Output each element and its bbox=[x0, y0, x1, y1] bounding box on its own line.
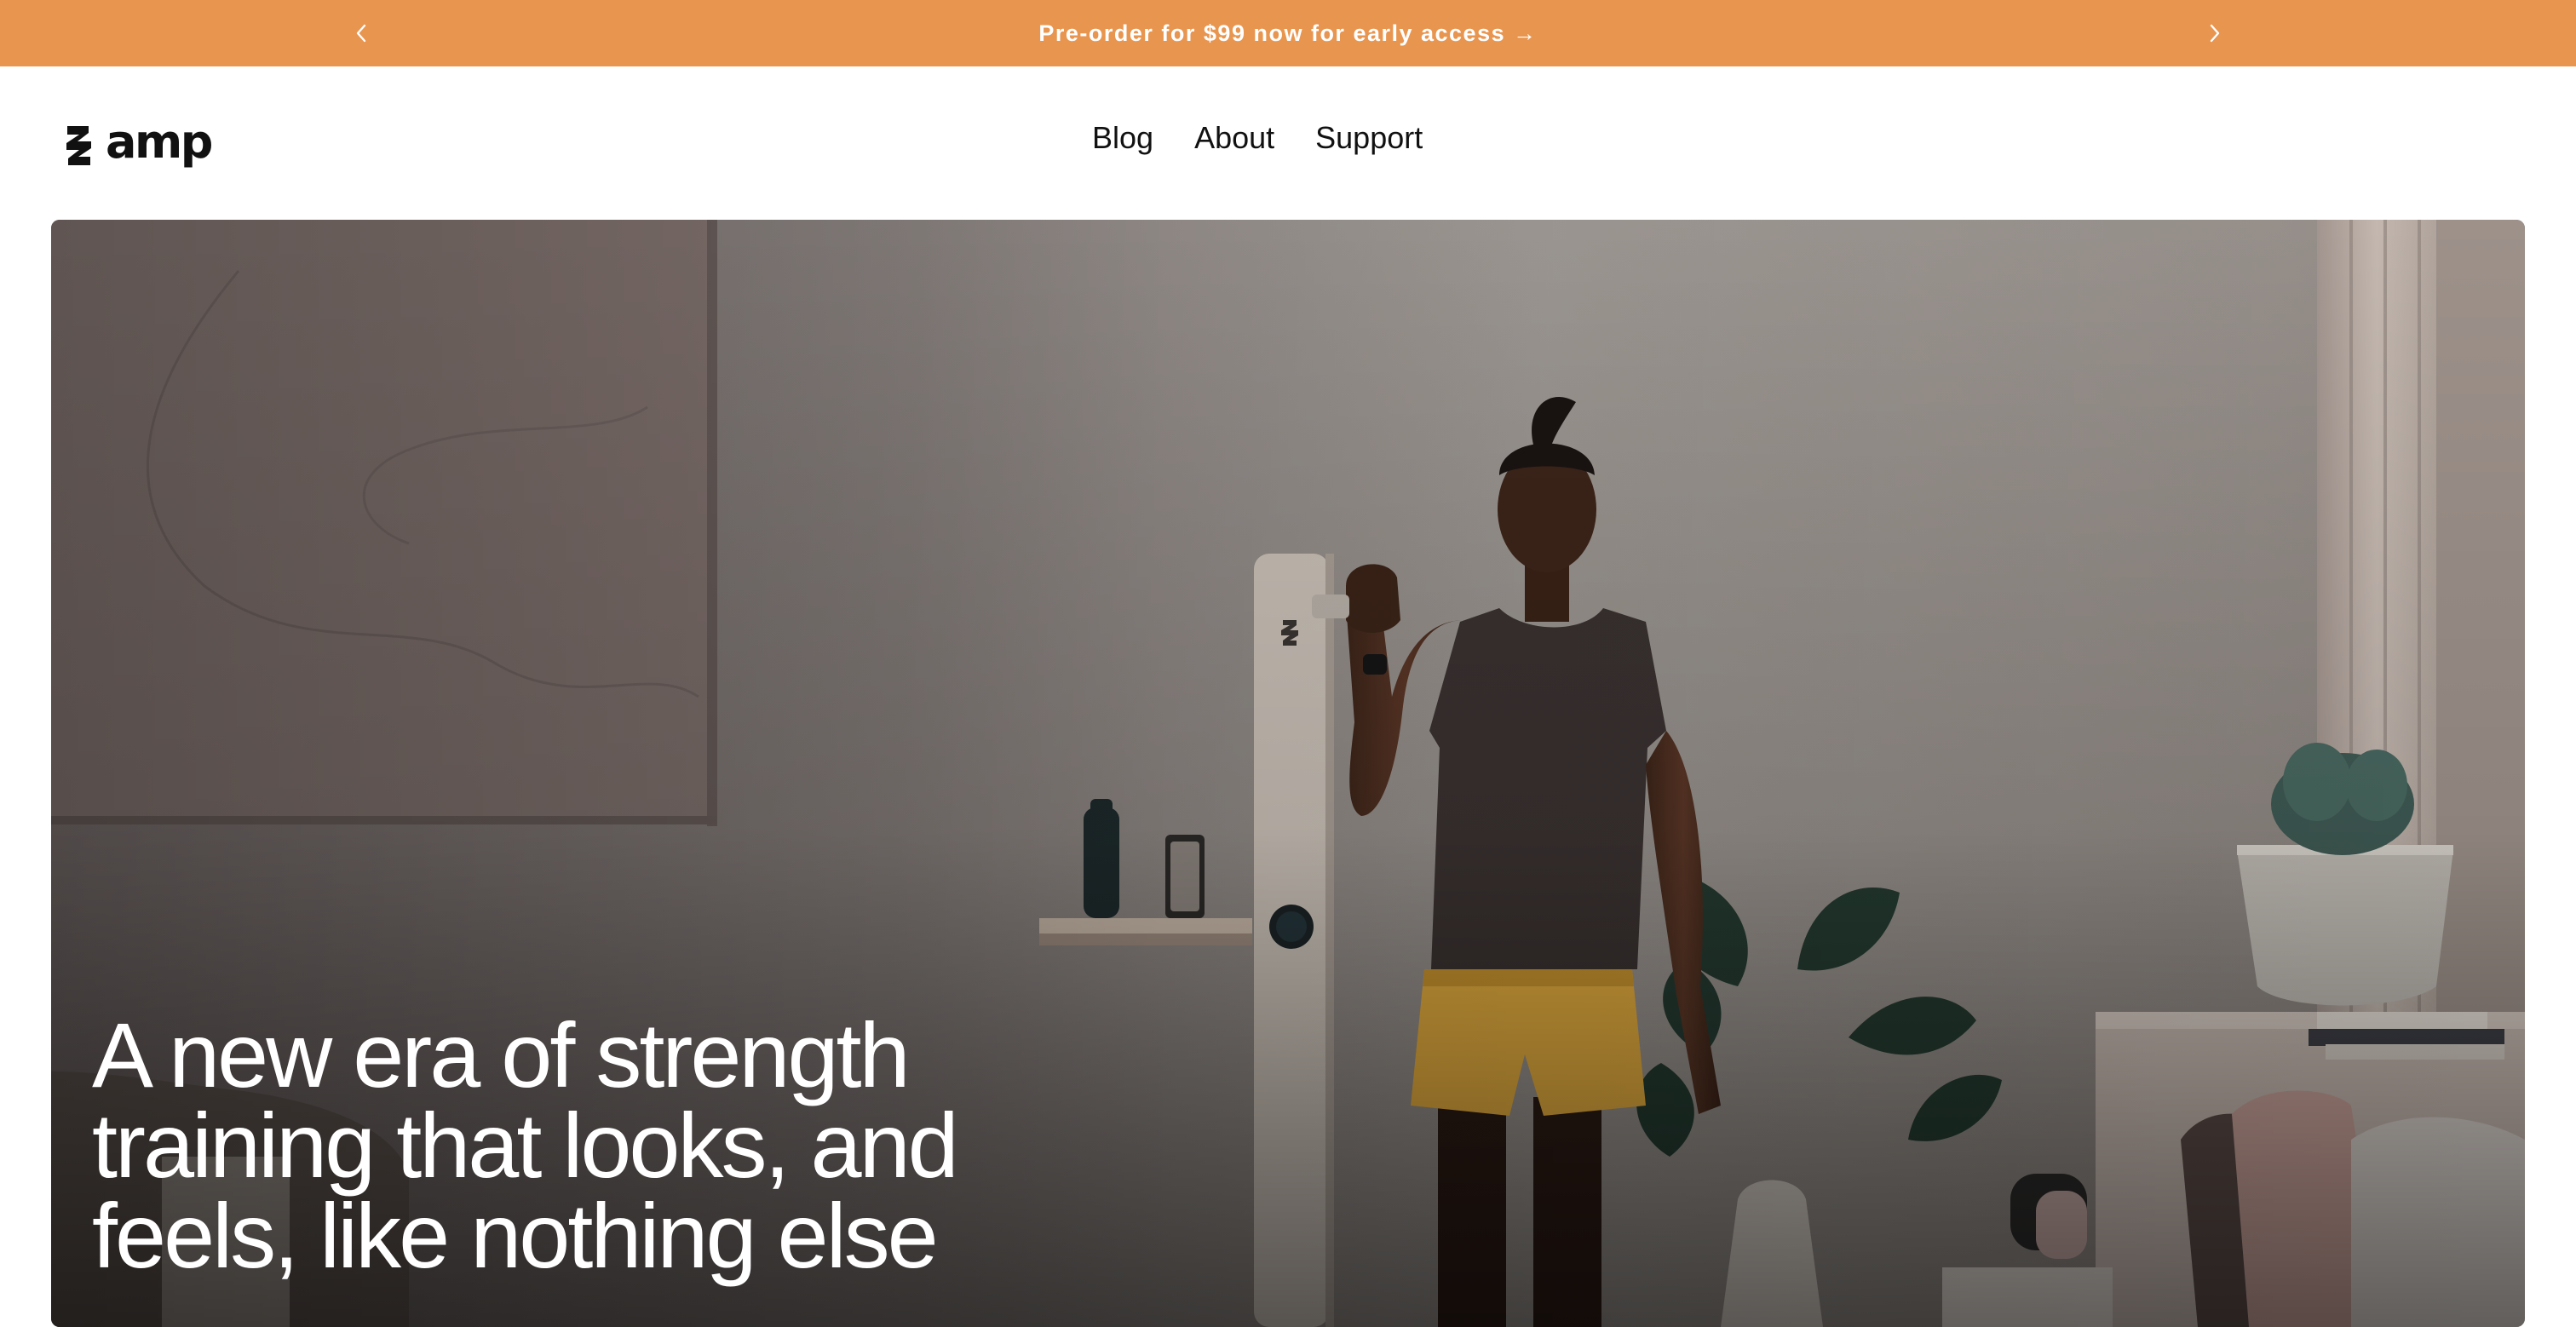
amp-logo-mark-icon bbox=[66, 126, 91, 165]
announcement-prev-button[interactable] bbox=[344, 16, 378, 50]
hero-section: A new era of strength training that look… bbox=[51, 220, 2525, 1327]
hero-headline-line: feels, like nothing else bbox=[92, 1184, 939, 1287]
nav-link-about[interactable]: About bbox=[1194, 119, 1274, 157]
amp-logo[interactable]: amp bbox=[65, 115, 213, 172]
chevron-right-icon bbox=[2210, 24, 2220, 43]
hero-headline: A new era of strength training that look… bbox=[92, 1003, 1285, 1287]
announcement-next-button[interactable] bbox=[2198, 16, 2232, 50]
hero-headline-line: training that looks, and bbox=[92, 1094, 959, 1197]
main-nav: Blog About Support bbox=[1092, 119, 1423, 157]
hero-headline-line: A new era of strength bbox=[92, 1003, 911, 1106]
announcement-bar: Pre-order for $99 now for early access → bbox=[0, 0, 2576, 66]
announcement-link[interactable]: Pre-order for $99 now for early access → bbox=[1038, 20, 1537, 47]
nav-link-blog[interactable]: Blog bbox=[1092, 119, 1153, 157]
logo-wordmark: amp bbox=[106, 115, 213, 169]
chevron-left-icon bbox=[356, 24, 366, 43]
site-header: amp Blog About Support bbox=[0, 66, 2576, 220]
nav-link-support[interactable]: Support bbox=[1315, 119, 1423, 157]
